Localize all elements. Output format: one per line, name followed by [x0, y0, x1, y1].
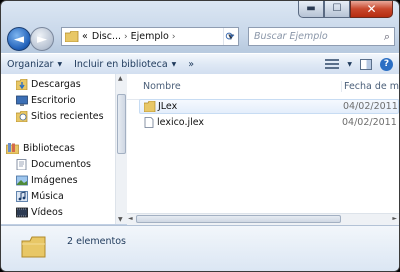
folder-icon	[144, 101, 156, 112]
documents-icon	[16, 159, 27, 170]
nav-item-label: Descargas	[31, 79, 81, 90]
minimize-icon: ▬	[306, 3, 316, 14]
nav-item-escritorio[interactable]: Escritorio	[16, 95, 76, 106]
breadcrumb-chevron-icon[interactable]: ›	[172, 32, 176, 42]
scroll-right-icon[interactable]: ►	[392, 215, 397, 222]
file-icon	[144, 117, 154, 128]
file-name: JLex	[158, 101, 178, 112]
caption-buttons: ▬ ☐ ✕	[298, 1, 393, 18]
file-list: Nombre Fecha de mo JLex 04/02/2011 1 lex…	[127, 74, 399, 224]
include-in-library-button[interactable]: Incluir en biblioteca ▼	[68, 54, 182, 74]
refresh-button[interactable]: ⟳	[221, 28, 239, 45]
refresh-icon: ⟳	[225, 30, 235, 43]
nav-item-videos[interactable]: Vídeos	[16, 207, 63, 218]
file-row-jlex[interactable]: JLex 04/02/2011 1	[139, 99, 399, 114]
videos-icon	[16, 207, 28, 218]
nav-item-label: Música	[31, 191, 64, 202]
organize-label: Organizar	[7, 58, 54, 70]
search-box[interactable]: Buscar Ejemplo ⌕	[248, 27, 395, 46]
change-view-icon[interactable]	[325, 59, 340, 69]
music-icon	[16, 191, 28, 202]
file-name: lexico.jlex	[157, 117, 205, 128]
recent-places-icon	[16, 111, 28, 122]
nav-item-imagenes[interactable]: Imágenes	[16, 175, 78, 186]
breadcrumb-disc[interactable]: Disc...	[92, 31, 121, 42]
back-button[interactable]: ◄	[7, 27, 31, 51]
folder-large-icon	[21, 236, 46, 258]
close-button[interactable]: ✕	[350, 1, 393, 18]
desktop-icon	[16, 95, 28, 106]
nav-scrollbar[interactable]: ▲ ▼	[115, 74, 127, 224]
chevron-down-icon: ▼	[57, 60, 63, 68]
nav-item-descargas[interactable]: Descargas	[16, 79, 81, 90]
nav-item-label: Imágenes	[31, 175, 78, 186]
libraries-icon	[6, 143, 19, 154]
breadcrumb-ejemplo[interactable]: Ejemplo	[131, 31, 169, 42]
view-dropdown-icon[interactable]: ▼	[347, 61, 352, 68]
search-input[interactable]: Buscar Ejemplo	[254, 31, 328, 42]
nav-item-label: Vídeos	[31, 207, 63, 218]
nav-item-label: Escritorio	[31, 95, 76, 106]
address-bar[interactable]: « Disc... › Ejemplo › ▼	[61, 27, 239, 46]
nav-item-label: Sitios recientes	[31, 111, 104, 122]
include-label: Incluir en biblioteca	[74, 58, 168, 70]
item-count: 2 elementos	[67, 236, 126, 247]
scroll-left-icon[interactable]: ◄	[128, 215, 133, 222]
help-icon[interactable]: ?	[380, 57, 393, 71]
maximize-button[interactable]: ☐	[324, 1, 350, 18]
command-bar: Organizar ▼ Incluir en biblioteca ▼ » ▼ …	[1, 53, 399, 75]
downloads-icon	[16, 79, 28, 90]
maximize-icon: ☐	[332, 3, 342, 14]
chevron-down-icon: ▼	[171, 60, 177, 68]
navigation-pane: Descargas Escritorio Sitios recientes Bi…	[1, 74, 116, 224]
nav-section-label: Bibliotecas	[23, 143, 75, 154]
pictures-icon	[16, 175, 28, 186]
explorer-window: ▬ ☐ ✕ ◄ ► « Disc... › Ejemplo › ▼ ⟳ Busc…	[0, 0, 400, 272]
close-icon: ✕	[366, 2, 377, 16]
column-fecha[interactable]: Fecha de mo	[341, 81, 399, 92]
forward-button[interactable]: ►	[30, 27, 54, 51]
preview-pane-icon[interactable]	[360, 58, 372, 70]
details-pane: 2 elementos	[1, 225, 399, 271]
file-list-scrollbar[interactable]: ◄ ►	[127, 213, 399, 225]
scroll-down-icon[interactable]: ▼	[118, 216, 123, 223]
nav-item-label: Documentos	[31, 159, 91, 170]
forward-arrow-icon: ►	[37, 31, 47, 47]
file-date: 04/02/2011 1	[342, 117, 400, 128]
column-nombre[interactable]: Nombre	[143, 81, 181, 92]
file-date: 04/02/2011 1	[343, 101, 399, 112]
back-arrow-icon: ◄	[14, 31, 24, 47]
minimize-button[interactable]: ▬	[298, 1, 324, 18]
organize-button[interactable]: Organizar ▼	[1, 54, 68, 74]
column-header: Nombre Fecha de mo	[127, 74, 399, 100]
file-list-scrollbar-thumb[interactable]	[136, 215, 341, 223]
breadcrumb-chevron-icon[interactable]: ›	[124, 32, 128, 42]
nav-item-sitios-recientes[interactable]: Sitios recientes	[16, 111, 104, 122]
nav-scrollbar-thumb[interactable]	[117, 94, 126, 154]
file-row-lexico[interactable]: lexico.jlex 04/02/2011 1	[139, 116, 399, 131]
nav-item-documentos[interactable]: Documentos	[16, 159, 91, 170]
scroll-up-icon[interactable]: ▲	[118, 75, 123, 82]
more-label: »	[188, 58, 195, 70]
more-commands-button[interactable]: »	[182, 54, 200, 74]
folder-icon	[65, 31, 79, 42]
nav-item-musica[interactable]: Música	[16, 191, 64, 202]
address-overflow[interactable]: «	[82, 31, 88, 42]
search-icon: ⌕	[383, 29, 390, 43]
nav-item-bibliotecas[interactable]: Bibliotecas	[6, 143, 75, 154]
content-area: Descargas Escritorio Sitios recientes Bi…	[1, 74, 399, 225]
